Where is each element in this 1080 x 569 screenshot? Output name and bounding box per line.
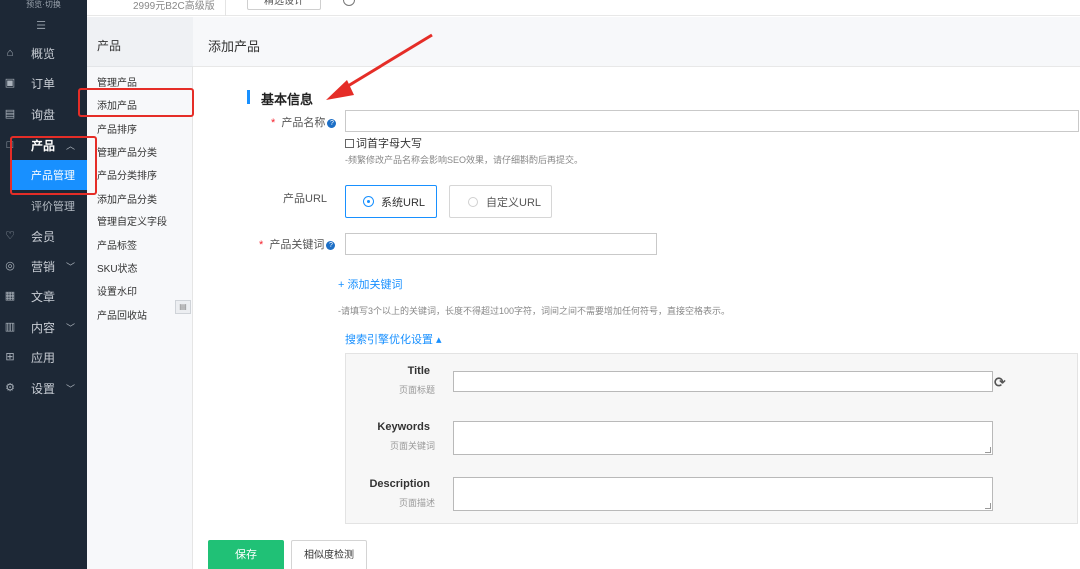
app-root: 预览·切换 ☰ ⌂ 概览 ▣ 订单 ▤ 询盘 □ 产品 ︿ 产品管理 评价管理 …	[0, 0, 1080, 569]
annotation-arrow-icon	[326, 33, 433, 100]
